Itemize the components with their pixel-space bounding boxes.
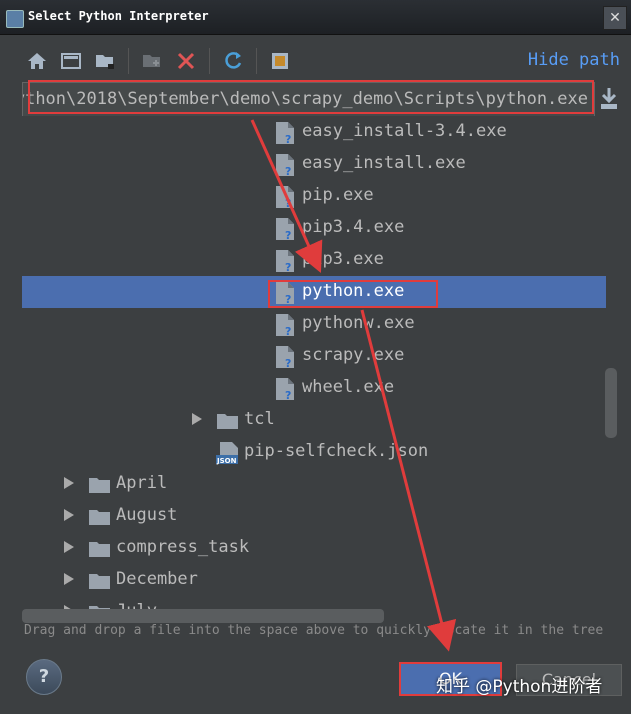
selection-annotation-box	[268, 280, 438, 308]
show-hidden-icon	[272, 53, 288, 69]
dialog-title: Select Python Interpreter	[28, 9, 209, 23]
svg-text:?: ?	[285, 389, 291, 401]
horizontal-scrollbar[interactable]	[22, 609, 384, 623]
show-hidden-button[interactable]	[265, 46, 295, 76]
unknown-file-icon: ?	[274, 377, 296, 406]
tree-row-label: wheel.exe	[302, 377, 395, 397]
folder-icon	[88, 539, 112, 564]
tree-row[interactable]: ? pip3.4.exe	[22, 212, 606, 244]
home-icon	[28, 53, 46, 69]
unknown-file-icon: ?	[274, 249, 296, 278]
drag-drop-hint: Drag and drop a file into the space abov…	[24, 623, 604, 638]
expand-arrow-icon[interactable]	[64, 509, 74, 521]
unknown-file-icon: ?	[274, 217, 296, 246]
svg-text:JSON: JSON	[216, 457, 237, 465]
unknown-file-icon: ?	[274, 313, 296, 342]
tree-row-label: pip-selfcheck.json	[244, 441, 429, 461]
desktop-icon	[61, 53, 81, 69]
download-icon	[601, 88, 617, 109]
path-field	[22, 82, 595, 118]
svg-text:?: ?	[285, 165, 291, 177]
svg-text:?: ?	[285, 229, 291, 241]
hide-path-link[interactable]: Hide path	[528, 50, 620, 70]
tree-row-label: August	[116, 505, 178, 525]
unknown-file-icon: ?	[274, 121, 296, 150]
tree-row-label: scrapy.exe	[302, 345, 405, 365]
new-folder-icon	[143, 55, 160, 67]
tree-row[interactable]: ? pythonw.exe	[22, 308, 606, 340]
path-input[interactable]	[23, 86, 588, 112]
tree-row[interactable]: tcl	[22, 404, 606, 436]
tree-row[interactable]: August	[22, 500, 606, 532]
tree-row-label: pip.exe	[302, 185, 374, 205]
project-folder-icon	[96, 55, 114, 69]
tree-row[interactable]: ? pip3.exe	[22, 244, 606, 276]
tree-row[interactable]: ? easy_install-3.4.exe	[22, 116, 606, 148]
file-tree[interactable]: ? easy_install-3.4.exe? easy_install.exe? p…	[22, 116, 619, 623]
toolbar-separator	[256, 48, 257, 74]
svg-text:?: ?	[285, 261, 291, 273]
watermark: 知乎 @Python进阶者	[436, 677, 603, 697]
tree-row[interactable]: ? scrapy.exe	[22, 340, 606, 372]
delete-button[interactable]	[171, 46, 201, 76]
toolbar-separator	[209, 48, 210, 74]
expand-arrow-icon[interactable]	[64, 477, 74, 489]
delete-icon	[177, 52, 195, 70]
svg-text:?: ?	[285, 357, 291, 369]
folder-icon	[216, 411, 240, 436]
help-button[interactable]: ?	[26, 659, 62, 695]
tree-row-label: pip3.4.exe	[302, 217, 405, 237]
toolbar	[22, 44, 295, 78]
svg-text:?: ?	[285, 133, 291, 145]
json-file-icon: JSON	[216, 441, 240, 470]
refresh-button[interactable]	[218, 46, 248, 76]
tree-row-label: easy_install-3.4.exe	[302, 121, 507, 141]
tree-row[interactable]: compress_task	[22, 532, 606, 564]
title-bar: Select Python Interpreter ✕	[0, 0, 631, 35]
tree-row-label: compress_task	[116, 537, 250, 557]
vertical-scrollbar[interactable]	[605, 368, 617, 438]
new-folder-button[interactable]	[137, 46, 167, 76]
expand-arrow-icon[interactable]	[192, 413, 202, 425]
tree-row[interactable]: December	[22, 564, 606, 596]
refresh-icon	[225, 52, 242, 69]
tree-row-label: pip3.exe	[302, 249, 384, 269]
tree-row-label: December	[116, 569, 198, 589]
tree-row[interactable]: ? easy_install.exe	[22, 148, 606, 180]
tree-row-label: April	[116, 473, 168, 493]
tree-row[interactable]: JSON pip-selfcheck.json	[22, 436, 606, 468]
download-button[interactable]	[598, 86, 620, 116]
tree-row[interactable]: April	[22, 468, 606, 500]
tree-row[interactable]: ? wheel.exe	[22, 372, 606, 404]
tree-row-label: tcl	[244, 409, 275, 429]
project-button[interactable]	[90, 46, 120, 76]
tree-row-label: pythonw.exe	[302, 313, 415, 333]
tree-row-label: easy_install.exe	[302, 153, 466, 173]
expand-arrow-icon[interactable]	[64, 573, 74, 585]
folder-icon	[88, 571, 112, 596]
unknown-file-icon: ?	[274, 185, 296, 214]
svg-text:?: ?	[285, 325, 291, 337]
folder-icon	[88, 475, 112, 500]
home-button[interactable]	[22, 46, 52, 76]
desktop-button[interactable]	[56, 46, 86, 76]
expand-arrow-icon[interactable]	[64, 541, 74, 553]
tree-row[interactable]: ? pip.exe	[22, 180, 606, 212]
toolbar-separator	[128, 48, 129, 74]
folder-icon	[88, 507, 112, 532]
app-icon	[6, 10, 24, 28]
unknown-file-icon: ?	[274, 345, 296, 374]
close-button[interactable]: ✕	[603, 6, 627, 30]
select-interpreter-dialog: Select Python Interpreter ✕ Hide path E:…	[0, 0, 631, 714]
unknown-file-icon: ?	[274, 153, 296, 182]
svg-text:?: ?	[285, 197, 291, 209]
